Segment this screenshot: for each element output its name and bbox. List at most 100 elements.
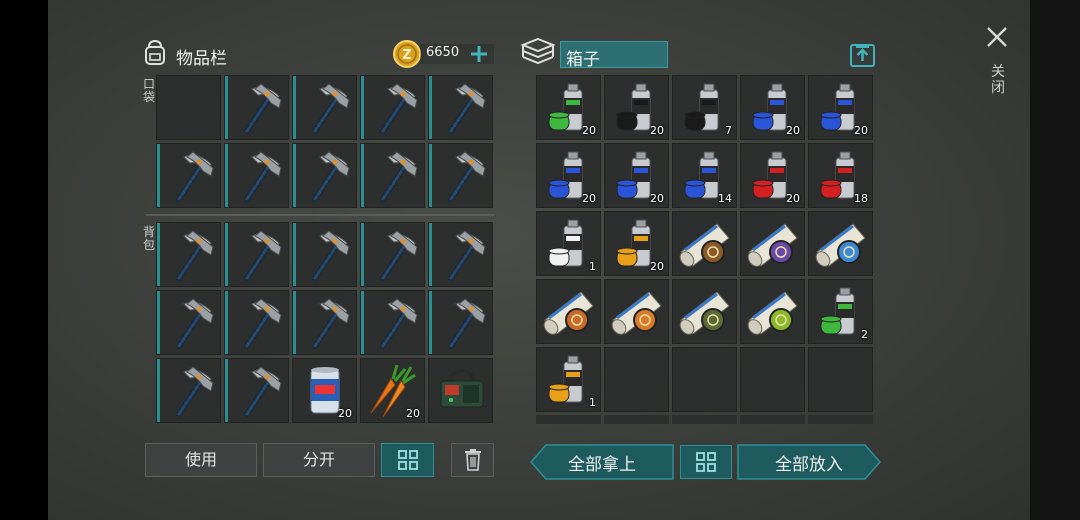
pickaxe-icon (176, 366, 214, 417)
item-count: 1 (589, 260, 596, 273)
inventory-slot[interactable] (156, 290, 221, 355)
pickaxe-icon (244, 83, 282, 134)
close-label: 关闭 (991, 64, 1005, 96)
inventory-slot[interactable] (156, 358, 221, 423)
inventory-slot[interactable]: 1 (536, 211, 601, 276)
pickaxe-icon (244, 298, 282, 349)
inventory-slot[interactable]: 20 (292, 358, 357, 423)
inventory-slot[interactable] (292, 290, 357, 355)
inventory-slot[interactable] (360, 143, 425, 208)
pickaxe-icon (244, 366, 282, 417)
emblem-scroll-icon (679, 291, 730, 335)
pickaxe-icon (244, 230, 282, 281)
inventory-slot[interactable] (156, 143, 221, 208)
inventory-slot[interactable]: 20 (808, 75, 873, 140)
item-count: 20 (650, 124, 664, 137)
coin-count: 6650 (426, 45, 460, 60)
inventory-slot[interactable] (224, 143, 289, 208)
inventory-slot[interactable]: 20 (740, 143, 805, 208)
put-all-label: 全部放入 (775, 454, 843, 475)
inventory-slot[interactable] (428, 222, 493, 287)
inventory-slot[interactable] (224, 358, 289, 423)
add-coins-icon[interactable] (469, 44, 489, 64)
put-all-button[interactable]: 全部放入 (737, 444, 881, 480)
item-count: 7 (725, 124, 732, 137)
inventory-slot[interactable] (604, 347, 669, 412)
inventory-slot[interactable] (672, 347, 737, 412)
item-count: 20 (406, 407, 420, 420)
pickaxe-icon (448, 151, 486, 202)
inventory-slot[interactable] (224, 222, 289, 287)
pickaxe-icon (380, 230, 418, 281)
inventory-slot[interactable] (224, 290, 289, 355)
inventory-slot[interactable] (360, 222, 425, 287)
pickaxe-icon (312, 298, 350, 349)
close-icon[interactable] (986, 26, 1008, 48)
inventory-slot[interactable] (740, 211, 805, 276)
inventory-slot[interactable]: 20 (604, 75, 669, 140)
use-button[interactable]: 使用 (145, 443, 257, 477)
inventory-slot[interactable] (292, 222, 357, 287)
inventory-slot[interactable]: 20 (360, 358, 425, 423)
upload-icon[interactable] (849, 41, 876, 68)
pickaxe-icon (176, 151, 214, 202)
inventory-slot[interactable] (740, 279, 805, 344)
pickaxe-icon (380, 151, 418, 202)
inventory-slot[interactable] (808, 347, 873, 412)
inventory-slot[interactable]: 7 (672, 75, 737, 140)
pickaxe-icon (176, 298, 214, 349)
coin-icon: Z (393, 40, 421, 68)
pickaxe-icon (244, 151, 282, 202)
item-count: 20 (854, 124, 868, 137)
inventory-slot[interactable] (428, 75, 493, 140)
inventory-slot[interactable]: 20 (536, 75, 601, 140)
grid-sort-icon (397, 450, 418, 470)
inventory-slot[interactable] (428, 290, 493, 355)
inventory-slot[interactable] (428, 143, 493, 208)
box-scroll-area[interactable]: 20 20 7 20 20 20 20 14 20 18 1 20 2 1 (536, 74, 876, 424)
emblem-scroll-icon (747, 291, 798, 335)
inventory-slot[interactable]: 20 (740, 75, 805, 140)
svg-text:Z: Z (402, 48, 411, 63)
inventory-slot[interactable] (672, 211, 737, 276)
take-all-button[interactable]: 全部拿上 (530, 444, 674, 480)
grid-sort-icon (696, 452, 716, 472)
inventory-slot[interactable]: 2 (808, 279, 873, 344)
inventory-slot[interactable]: 14 (672, 143, 737, 208)
sort-box-button[interactable] (680, 445, 732, 479)
inventory-slot[interactable] (292, 75, 357, 140)
inventory-slot[interactable] (224, 75, 289, 140)
inventory-slot[interactable] (808, 211, 873, 276)
inventory-slot[interactable] (292, 143, 357, 208)
inventory-slot[interactable] (604, 279, 669, 344)
item-count: 20 (582, 192, 596, 205)
sort-inventory-button[interactable] (381, 443, 434, 477)
inventory-slot[interactable]: 1 (536, 347, 601, 412)
item-count: 20 (786, 192, 800, 205)
inventory-slot[interactable] (156, 222, 221, 287)
box-title: 箱子 (566, 50, 600, 70)
trash-button[interactable] (451, 443, 494, 477)
inventory-slot[interactable]: 18 (808, 143, 873, 208)
inventory-slot[interactable] (672, 279, 737, 344)
pickaxe-icon (448, 230, 486, 281)
inventory-slot[interactable] (360, 290, 425, 355)
pickaxe-icon (380, 83, 418, 134)
item-count: 20 (650, 192, 664, 205)
pickaxe-icon (312, 230, 350, 281)
inventory-slot[interactable]: 20 (604, 211, 669, 276)
item-count: 20 (786, 124, 800, 137)
inventory-slot[interactable] (428, 358, 493, 423)
emblem-scroll-icon (747, 223, 798, 267)
split-button[interactable]: 分开 (263, 443, 375, 477)
inventory-slot[interactable]: 20 (604, 143, 669, 208)
item-count: 20 (338, 407, 352, 420)
inventory-title: 物品栏 (176, 49, 227, 69)
item-count: 14 (718, 192, 732, 205)
item-count: 20 (582, 124, 596, 137)
inventory-slot[interactable] (360, 75, 425, 140)
inventory-slot[interactable]: 20 (536, 143, 601, 208)
inventory-slot[interactable] (536, 279, 601, 344)
inventory-slot[interactable] (740, 347, 805, 412)
inventory-slot[interactable] (156, 75, 221, 140)
